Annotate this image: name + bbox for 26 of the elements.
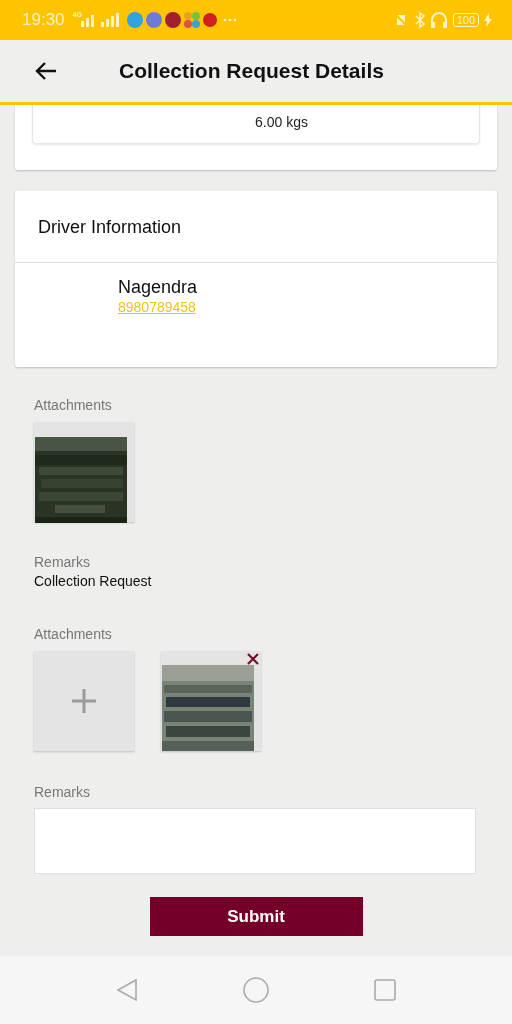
- submit-button[interactable]: Submit: [149, 897, 363, 936]
- plus-icon: [71, 688, 97, 714]
- back-icon[interactable]: [116, 978, 138, 1002]
- back-arrow-icon[interactable]: [35, 62, 57, 80]
- remarks-text: Collection Request: [34, 573, 152, 589]
- headphones-icon: [429, 11, 448, 29]
- bluetooth-icon: [414, 12, 425, 28]
- attachment-thumbnail[interactable]: [161, 651, 261, 751]
- remarks-field[interactable]: [34, 808, 476, 874]
- attachment-thumbnail[interactable]: [34, 422, 134, 522]
- battery-indicator: 100: [452, 13, 479, 27]
- recents-icon[interactable]: [374, 979, 396, 1001]
- driver-name: Nagendra: [118, 277, 199, 298]
- signal-icon: [80, 13, 121, 27]
- section-label: Remarks: [34, 554, 90, 570]
- charging-icon: [484, 13, 492, 27]
- screen-title: Collection Request Details: [119, 59, 384, 83]
- driver-card-title: Driver Information: [15, 191, 497, 263]
- section-label: Attachments: [34, 397, 112, 413]
- section-label: Remarks: [34, 784, 90, 800]
- status-time: 19:30: [22, 10, 65, 30]
- home-icon[interactable]: [243, 977, 269, 1003]
- weight-value: 6.00 kgs: [255, 114, 308, 130]
- remove-icon[interactable]: [247, 653, 259, 665]
- more-icon: [222, 18, 237, 22]
- section-label: Attachments: [34, 626, 112, 642]
